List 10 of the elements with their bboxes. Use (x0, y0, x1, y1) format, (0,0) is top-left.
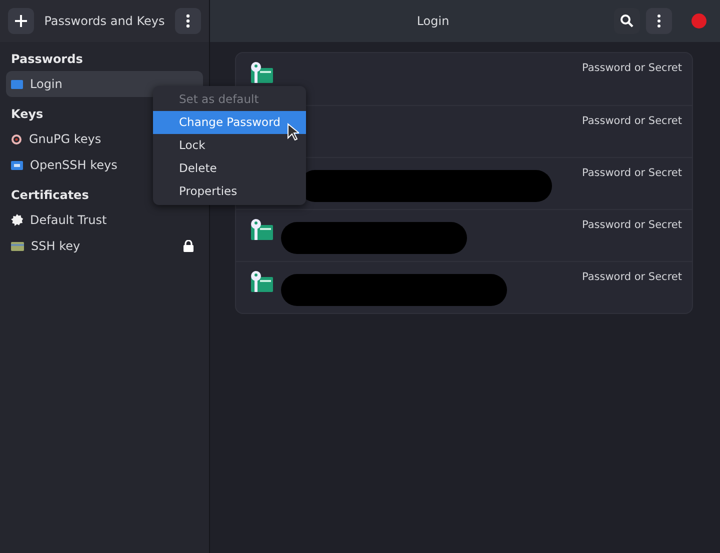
item-type: Password or Secret (582, 218, 682, 233)
section-heading: Certificates (10, 187, 90, 204)
item-type: Password or Secret (582, 61, 682, 76)
item-type: Password or Secret (582, 166, 682, 181)
section-heading: Passwords (10, 51, 84, 68)
item-type: Password or Secret (582, 114, 682, 129)
app-title: Passwords and Keys (43, 13, 166, 30)
section-heading: Keys (10, 106, 44, 123)
page-title: Login (416, 13, 450, 30)
item-type: Password or Secret (582, 270, 682, 285)
